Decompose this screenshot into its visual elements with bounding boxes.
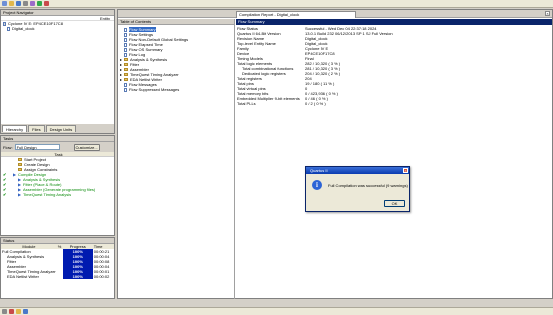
report-tab[interactable]: Compilation Report - Digital_clock [236,11,356,18]
tasks-panel: Tasks Flow: Full Design Customize... Tas… [0,135,115,236]
folder-icon [18,168,22,172]
folder-icon [124,58,128,62]
tab-design-units[interactable]: Design Units [45,125,77,132]
error-filter-icon[interactable] [9,309,14,314]
quartus-dialog: Quartus II × i Full Compilation was succ… [305,166,410,212]
toc-item[interactable]: Flow Suppressed Messages [118,87,234,92]
close-tab-icon[interactable]: × [545,11,550,16]
navigator-tabs: Hierarchy Files Design Units [1,124,114,133]
dialog-close-icon[interactable]: × [403,168,408,173]
customize-button[interactable]: Customize... [73,143,100,151]
save-icon[interactable] [16,1,21,6]
progress-bar: 100% [62,274,93,279]
folder-icon [124,73,128,77]
bottom-bar [0,307,553,315]
toc-list: Flow Summary Flow Settings Flow Non-Defaul… [118,25,234,92]
status-module: EDA Netlist Writer [7,274,39,279]
summary-key: Total PLLs [237,101,256,106]
compilation-report-window: Compilation Report - Digital_clock × Tab… [117,9,553,299]
settings-icon[interactable] [30,1,35,6]
dialog-title-bar: Quartus II × [306,167,409,174]
summary-value: 19 / 180 ( 11 % ) [305,81,335,86]
tab-files[interactable]: Files [28,125,45,132]
folder-icon [124,78,128,82]
toc-panel: Table of Contents Flow Summary Flow Setti… [118,19,235,299]
chip-icon [3,21,6,26]
info-icon: i [312,180,322,190]
status-row: EDA Netlist Writer 100% 00:00:02 [1,274,114,279]
dialog-title: Quartus II [310,168,328,173]
folder-icon [124,68,128,72]
report-icon [124,87,127,92]
status-time: 00:00:02 [93,274,110,279]
stop-icon[interactable] [44,1,49,6]
report-tab-bar: Compilation Report - Digital_clock × [118,10,552,18]
dialog-message: Full Compilation was successful (9 warni… [328,183,408,188]
task-item[interactable]: ✔ ▶ TimeQuest Timing Analysis [1,192,114,197]
check-icon: ✔ [3,192,7,197]
open-icon[interactable] [9,1,14,6]
main-toolbar [0,0,553,8]
top-entity-tree-item[interactable]: Digital_clock [1,26,114,31]
flow-selector-row: Flow: Full Design Customize... [1,142,114,152]
project-navigator-panel: Project Navigator Entity Cyclone IV E: E… [0,9,115,134]
flow-summary-panel: Flow Summary Flow Status Successful - Wed… [236,19,552,299]
tab-hierarchy[interactable]: Hierarchy [2,125,28,132]
print-icon[interactable] [23,1,28,6]
compile-icon[interactable] [37,1,42,6]
ok-button[interactable]: OK [384,200,405,207]
new-file-icon[interactable] [2,1,7,6]
messages-icon[interactable] [2,309,7,314]
toc-label: Flow Suppressed Messages [129,87,180,92]
task-list: Start Project Create Design Assign Constra… [1,157,114,197]
status-table: Module % Progress Time Full Compilation 1… [1,244,114,279]
entity-icon [7,26,10,31]
folder-icon [124,63,128,67]
flow-dropdown[interactable]: Full Design [14,144,60,150]
summary-row: Total PLLs 0 / 2 ( 0 % ) [237,101,552,106]
warning-filter-icon[interactable] [16,309,21,314]
flow-summary-table: Flow Status Successful - Wed Dec 04 22:37… [236,25,552,106]
task-label: TimeQuest Timing Analysis [23,192,72,197]
summary-value: 0 / 2 ( 0 % ) [305,101,326,106]
status-panel: Status Module % Progress Time Full Compi… [0,237,115,299]
info-filter-icon[interactable] [23,309,28,314]
folder-icon [18,158,22,162]
folder-icon [18,163,22,167]
flow-label: Flow: [3,144,13,150]
